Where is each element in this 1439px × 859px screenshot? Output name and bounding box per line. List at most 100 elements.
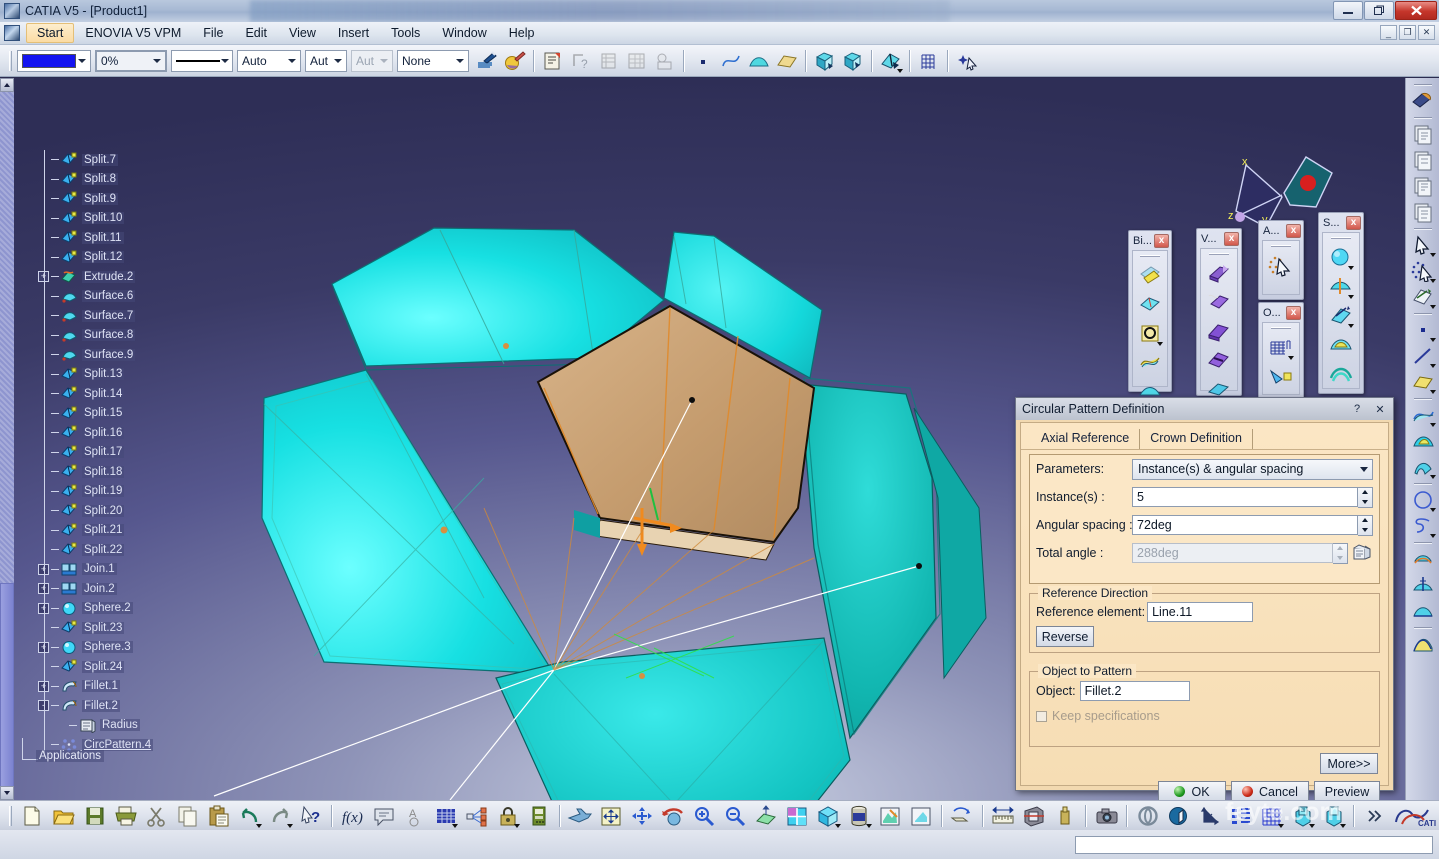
menu-item-enovia[interactable]: ENOVIA V5 VPM xyxy=(74,23,192,43)
tree-node[interactable]: Surface.7 xyxy=(38,306,268,326)
paint-brush-icon[interactable] xyxy=(474,48,500,74)
trim-icon[interactable] xyxy=(1409,598,1437,624)
dialog-close-button[interactable]: ✕ xyxy=(1369,401,1391,418)
scroll-up-button[interactable] xyxy=(0,78,14,92)
extrude-surface-icon[interactable] xyxy=(1327,301,1355,329)
a-toolbar-close-icon[interactable]: x xyxy=(1286,223,1301,238)
scroll-down-button[interactable] xyxy=(0,786,14,800)
extract-icon[interactable] xyxy=(1136,261,1164,289)
tree-node[interactable]: Split.11 xyxy=(38,228,268,248)
rotate-icon[interactable] xyxy=(660,803,687,829)
tree-node[interactable]: Split.19 xyxy=(38,482,268,502)
open-icon[interactable] xyxy=(50,803,77,829)
layer-combo[interactable]: None xyxy=(397,49,469,72)
blend-icon[interactable] xyxy=(1327,359,1355,387)
print-icon[interactable] xyxy=(112,803,139,829)
comment-icon[interactable] xyxy=(370,803,397,829)
fly-mode-icon[interactable] xyxy=(567,803,594,829)
catalog-2-icon[interactable] xyxy=(1409,147,1437,173)
tree-node[interactable]: Split.9 xyxy=(38,189,268,209)
groove-icon[interactable] xyxy=(1205,346,1233,374)
paste-icon[interactable] xyxy=(205,803,232,829)
surface-fill-icon[interactable] xyxy=(1409,428,1437,454)
plane-icon[interactable] xyxy=(1409,369,1437,395)
analyze-icon[interactable] xyxy=(1052,803,1079,829)
point-icon[interactable] xyxy=(1409,317,1437,343)
tree-node[interactable]: Surface.8 xyxy=(38,326,268,346)
measure-icon[interactable] xyxy=(949,803,976,829)
fit-all-icon[interactable] xyxy=(598,803,625,829)
mdi-restore-button[interactable]: ❐ xyxy=(1399,25,1416,40)
tree-node[interactable]: Split.14 xyxy=(38,384,268,404)
draft-icon[interactable] xyxy=(1267,362,1295,390)
healing-icon[interactable] xyxy=(1136,348,1164,376)
select-arrow-icon[interactable] xyxy=(1409,232,1437,258)
fill-surface-icon[interactable] xyxy=(1327,330,1355,358)
command-input-field[interactable] xyxy=(1075,836,1433,854)
tree-node[interactable]: Surface.9 xyxy=(38,345,268,365)
zoom-in-icon[interactable] xyxy=(691,803,718,829)
tree-node[interactable]: +Sphere.2 xyxy=(38,599,268,619)
tree-node[interactable]: +Extrude.2 xyxy=(38,267,268,287)
plane-icon[interactable] xyxy=(774,48,800,74)
magic-select-icon[interactable] xyxy=(1267,251,1295,279)
linetype-combo[interactable] xyxy=(171,49,233,72)
preview-button[interactable]: Preview xyxy=(1314,781,1380,802)
split-icon[interactable] xyxy=(878,48,904,74)
grid-icon[interactable] xyxy=(1258,803,1285,829)
s-toolbar-header[interactable]: S... x xyxy=(1319,213,1363,232)
fit-all-icon[interactable] xyxy=(812,48,838,74)
surface-icon[interactable] xyxy=(746,48,772,74)
multi-view-icon[interactable] xyxy=(784,803,811,829)
copy-special-icon[interactable] xyxy=(1320,803,1347,829)
measure-item-icon[interactable] xyxy=(990,803,1017,829)
new-icon[interactable] xyxy=(19,803,46,829)
pocket-icon[interactable] xyxy=(1205,288,1233,316)
sparkle-select-icon[interactable] xyxy=(954,48,980,74)
tree-node[interactable]: Split.17 xyxy=(38,443,268,463)
menu-item-window[interactable]: Window xyxy=(431,23,497,43)
zoom-out-icon[interactable] xyxy=(722,803,749,829)
tree-node[interactable]: +Sphere.3 xyxy=(38,638,268,658)
more-button[interactable]: More>> xyxy=(1320,753,1378,774)
dialog-titlebar[interactable]: Circular Pattern Definition ? ✕ xyxy=(1016,398,1393,420)
overflow-chevrons-icon[interactable] xyxy=(1361,803,1388,829)
cut-section-icon[interactable] xyxy=(1021,803,1048,829)
color-picker-combo[interactable] xyxy=(17,49,91,72)
tree-node[interactable]: +Join.2 xyxy=(38,579,268,599)
boundary-icon[interactable] xyxy=(1136,319,1164,347)
pattern-preview-icon[interactable] xyxy=(1351,543,1373,564)
lineweight-combo[interactable]: Auto xyxy=(237,49,301,72)
tab-crown-definition[interactable]: Crown Definition xyxy=(1140,429,1253,449)
tree-node[interactable]: Split.13 xyxy=(38,365,268,385)
undo-icon[interactable] xyxy=(236,803,263,829)
shaft-icon[interactable] xyxy=(1205,317,1233,345)
split-icon[interactable] xyxy=(1409,572,1437,598)
paste-special-icon[interactable] xyxy=(1289,803,1316,829)
tree-node[interactable]: Split.15 xyxy=(38,404,268,424)
menu-item-view[interactable]: View xyxy=(278,23,327,43)
extrapolate-icon[interactable] xyxy=(1409,631,1437,657)
whats-this-icon[interactable]: ? xyxy=(298,803,325,829)
dialog-help-button[interactable]: ? xyxy=(1346,401,1368,418)
reverse-button[interactable]: Reverse xyxy=(1036,626,1094,647)
render-style-combo[interactable]: Aut xyxy=(305,49,347,72)
pan-icon[interactable] xyxy=(629,803,656,829)
menu-item-start[interactable]: Start xyxy=(26,23,75,43)
pad-icon[interactable] xyxy=(1205,259,1233,287)
parameters-combo[interactable]: Instance(s) & angular spacing xyxy=(1132,458,1373,480)
menu-item-tools[interactable]: Tools xyxy=(380,23,431,43)
ok-button[interactable]: OK xyxy=(1158,781,1226,802)
a-floating-toolbar[interactable]: A... x xyxy=(1258,220,1304,300)
point-icon[interactable] xyxy=(690,48,716,74)
tree-node[interactable]: Radius xyxy=(38,716,268,736)
publication-icon[interactable] xyxy=(463,803,490,829)
tree-node[interactable]: Split.24 xyxy=(38,657,268,677)
instances-input[interactable]: 5 xyxy=(1132,487,1358,507)
object-input[interactable]: Fillet.2 xyxy=(1079,681,1190,701)
bi-floating-toolbar[interactable]: Bi... x xyxy=(1128,230,1172,396)
tree-node[interactable]: Split.23 xyxy=(38,618,268,638)
bi-toolbar-header[interactable]: Bi... x xyxy=(1129,231,1171,250)
v-toolbar-close-icon[interactable]: x xyxy=(1224,231,1239,246)
grid-table-icon[interactable] xyxy=(432,803,459,829)
